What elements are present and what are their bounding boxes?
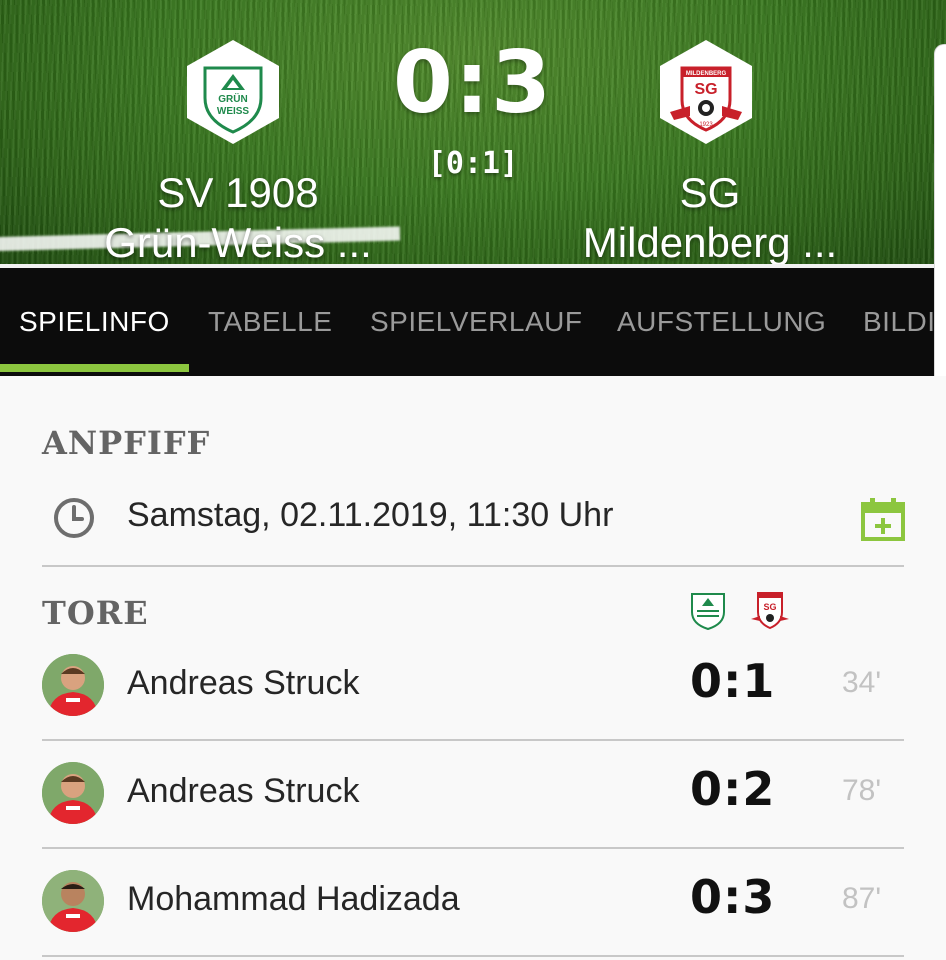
kickoff-heading: ANPFIFF xyxy=(42,424,211,462)
home-team-crest[interactable]: GRÜN WEISS xyxy=(183,38,283,146)
goal-score: 0:2 xyxy=(690,762,776,816)
tab-spielverlauf[interactable]: SPIELVERLAUF xyxy=(370,306,582,338)
goal-score: 0:3 xyxy=(690,870,776,924)
divider xyxy=(42,955,904,957)
tab-tabelle[interactable]: TABELLE xyxy=(208,306,332,338)
away-crest-text: SG xyxy=(694,81,717,98)
goal-row[interactable]: Mohammad Hadizada 0:3 87' xyxy=(0,848,946,956)
home-team-name-line-2: Grün-Weiss ... xyxy=(104,219,372,266)
goal-row[interactable]: Andreas Struck 0:1 34' xyxy=(0,632,946,740)
away-mini-crest-icon: SG xyxy=(751,592,789,630)
player-avatar xyxy=(42,870,104,932)
tab-spielinfo[interactable]: SPIELINFO xyxy=(19,306,170,338)
goal-scorer-name: Andreas Struck xyxy=(127,664,360,702)
match-header: GRÜN WEISS 0:3 [0:1] MILDENBERG SG 1923 … xyxy=(0,0,946,268)
home-team-name-line-1: SV 1908 xyxy=(157,169,319,216)
active-tab-indicator xyxy=(0,364,189,372)
home-team-name[interactable]: SV 1908 Grün-Weiss ... xyxy=(80,168,396,268)
goal-minute: 34' xyxy=(842,666,882,699)
divider xyxy=(42,565,904,567)
away-crest-banner: MILDENBERG xyxy=(686,71,727,77)
player-avatar xyxy=(42,654,104,716)
home-crest-text-1: GRÜN xyxy=(218,92,247,105)
kickoff-datetime: Samstag, 02.11.2019, 11:30 Uhr xyxy=(127,496,614,534)
goal-scorer-name: Andreas Struck xyxy=(127,772,360,810)
svg-text:SG: SG xyxy=(763,602,776,612)
away-crest-year: 1923 xyxy=(699,122,713,128)
player-avatar xyxy=(42,762,104,824)
goal-score: 0:1 xyxy=(690,654,776,708)
clock-icon xyxy=(54,498,94,538)
home-mini-crest-icon xyxy=(691,593,725,630)
home-crest-text-2: WEISS xyxy=(217,106,250,117)
away-team-name[interactable]: SG Mildenberg ... xyxy=(560,168,860,268)
tab-bar: SPIELINFO TABELLE SPIELVERLAUF AUFSTELLU… xyxy=(0,268,946,376)
match-info-panel: ANPFIFF Samstag, 02.11.2019, 11:30 Uhr T… xyxy=(0,376,946,960)
calendar-add-icon[interactable] xyxy=(860,498,906,542)
away-team-name-line-1: SG xyxy=(679,169,741,216)
halftime-score: [0:1] xyxy=(427,146,519,181)
tab-bilder[interactable]: BILDI xyxy=(863,306,936,338)
goal-row[interactable]: Andreas Struck 0:2 78' xyxy=(0,740,946,848)
goal-minute: 87' xyxy=(842,882,882,915)
goal-minute: 78' xyxy=(842,774,882,807)
goals-heading: TORE xyxy=(42,594,149,632)
final-score: 0:3 xyxy=(392,33,554,133)
away-team-name-line-2: Mildenberg ... xyxy=(582,219,838,266)
tab-aufstellung[interactable]: AUFSTELLUNG xyxy=(617,306,826,338)
scrollbar-thumb[interactable] xyxy=(934,44,946,394)
goal-scorer-name: Mohammad Hadizada xyxy=(127,880,460,918)
away-team-crest[interactable]: MILDENBERG SG 1923 xyxy=(656,38,756,146)
